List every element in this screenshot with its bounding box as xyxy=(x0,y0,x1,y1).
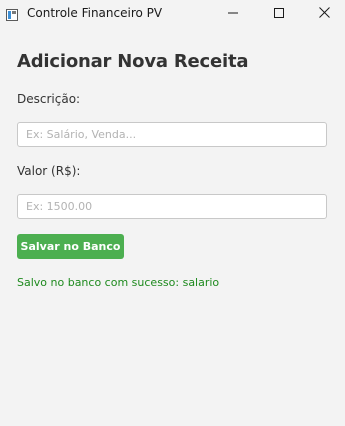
java-app-icon xyxy=(6,6,18,21)
status-message: Salvo no banco com sucesso: salario xyxy=(17,276,220,289)
value-label: Valor (R$): xyxy=(17,164,81,178)
value-field[interactable] xyxy=(17,194,327,219)
maximize-icon xyxy=(274,3,284,22)
form-panel: Adicionar Nova Receita Descrição: Valor … xyxy=(0,25,345,426)
page-title: Adicionar Nova Receita xyxy=(17,51,249,72)
description-label: Descrição: xyxy=(17,92,81,106)
title-bar[interactable]: Controle Financeiro PV xyxy=(0,0,345,25)
value-input[interactable] xyxy=(18,195,326,218)
app-window: Controle Financeiro PV Adicionar Nova Re… xyxy=(0,0,345,426)
description-field[interactable] xyxy=(17,122,327,147)
maximize-button[interactable] xyxy=(256,0,302,25)
description-input[interactable] xyxy=(18,123,326,146)
close-button[interactable] xyxy=(301,0,345,25)
minimize-icon xyxy=(228,3,238,22)
close-icon xyxy=(318,3,330,22)
save-button[interactable]: Salvar no Banco xyxy=(17,234,124,259)
minimize-button[interactable] xyxy=(210,0,256,25)
window-title: Controle Financeiro PV xyxy=(27,6,163,20)
